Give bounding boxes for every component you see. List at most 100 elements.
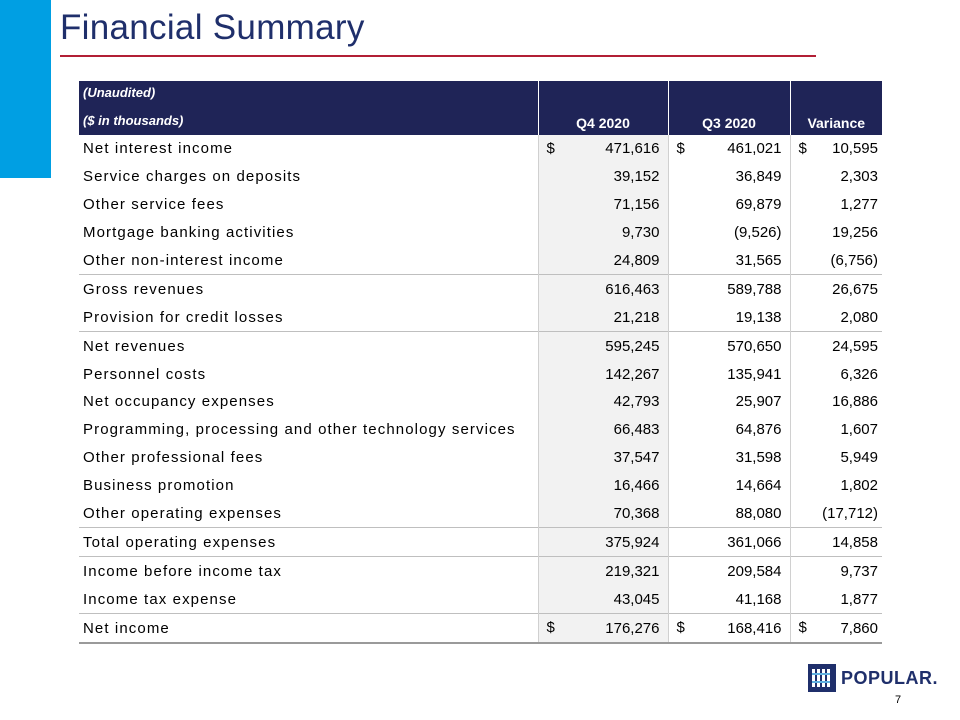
dollar-sign: $: [676, 619, 685, 637]
variance-value-cell: 14,858: [789, 527, 882, 557]
variance-value-cell: 24,595: [789, 331, 882, 361]
table-row: Other operating expenses 70,368 88,080 (17,…: [79, 499, 882, 528]
q4-2020-value: 43,045: [613, 590, 660, 608]
q3-2020-value-cell: 14,664: [667, 471, 790, 500]
row-label: Personnel costs: [83, 365, 207, 383]
table-row: Net revenues 595,245 570,650 24,595: [79, 331, 882, 361]
popular-logo-icon: [808, 664, 836, 692]
q4-2020-value: 9,730: [621, 224, 660, 242]
variance-value-cell: (17,712): [789, 499, 882, 528]
q3-2020-value: 88,080: [735, 505, 782, 523]
variance-value: 16,886: [832, 393, 878, 411]
variance-value: 6,326: [840, 365, 878, 383]
q3-2020-value: 19,138: [735, 308, 782, 326]
q3-2020-value-cell: 41,168: [667, 585, 790, 614]
variance-value: 1,802: [840, 477, 878, 495]
page-title: Financial Summary: [60, 8, 365, 47]
dollar-sign: $: [798, 140, 807, 157]
variance-value: 14,858: [832, 533, 878, 551]
q3-2020-value: 69,879: [735, 196, 782, 214]
table-row: Provision for credit losses 21,218 19,138 2…: [79, 303, 882, 332]
table-row: Income tax expense 43,045 41,168 1,877: [79, 585, 882, 614]
table-row: Total operating expenses 375,924 361,066 14…: [79, 527, 882, 557]
q4-2020-value: 21,218: [613, 308, 660, 326]
q4-2020-value: 16,466: [613, 477, 660, 495]
q4-2020-value-cell: 16,466: [537, 471, 668, 500]
q3-2020-value-cell: 19,138: [667, 303, 790, 332]
header-q4-2020: Q4 2020: [538, 81, 669, 135]
table-row: Other professional fees 37,547 31,598 5,949: [79, 443, 882, 472]
table-row: Other service fees 71,156 69,879 1,277: [79, 190, 882, 219]
q3-2020-value-cell: (9,526): [667, 218, 790, 247]
page-number: 7: [895, 694, 902, 706]
variance-value: 26,675: [832, 280, 878, 298]
variance-value-cell: 1,877: [789, 585, 882, 614]
q4-2020-value-cell: $176,276: [537, 613, 668, 645]
q4-2020-value-cell: 66,483: [537, 415, 668, 444]
q4-2020-value-cell: 71,156: [537, 190, 668, 219]
popular-logo-text: POPULAR.: [841, 668, 939, 688]
header-q3-2020: Q3 2020: [668, 81, 791, 135]
popular-logo: POPULAR.: [808, 664, 938, 692]
header-variance: Variance: [790, 81, 882, 135]
row-label: Gross revenues: [79, 274, 538, 304]
q3-2020-value-cell: 135,941: [667, 360, 790, 389]
variance-value: 10,595: [832, 140, 878, 158]
q4-2020-value: 616,463: [605, 280, 660, 298]
q3-2020-value: 361,066: [727, 533, 782, 551]
q3-2020-value-cell: 88,080: [667, 499, 790, 528]
q4-2020-value-cell: 39,152: [537, 162, 668, 191]
q3-2020-value: 168,416: [727, 619, 782, 637]
row-label: Net revenues: [79, 331, 538, 361]
row-label: Net income: [79, 613, 538, 645]
q3-2020-value-cell: 589,788: [667, 274, 790, 304]
q3-2020-value: 209,584: [727, 562, 782, 580]
variance-value-cell: 9,737: [789, 556, 882, 586]
row-label: Programming, processing and other techno…: [83, 421, 516, 439]
dollar-sign: $: [546, 140, 555, 157]
q3-2020-value-cell: $168,416: [667, 613, 790, 645]
variance-value-cell: 5,949: [789, 443, 882, 472]
variance-value: (17,712): [822, 505, 878, 523]
row-label: Net interest income: [83, 140, 234, 158]
variance-value-cell: 16,886: [789, 388, 882, 416]
q3-2020-value: 461,021: [727, 140, 782, 158]
variance-value-cell: 6,326: [789, 360, 882, 389]
q4-2020-value: 471,616: [605, 140, 660, 158]
variance-value-cell: 1,277: [789, 190, 882, 219]
row-label: Service charges on deposits: [83, 168, 302, 186]
variance-value: 24,595: [832, 337, 878, 355]
table-row: Service charges on deposits 39,152 36,849 2…: [79, 162, 882, 191]
variance-value-cell: (6,756): [789, 246, 882, 275]
variance-value-cell: 2,080: [789, 303, 882, 332]
q4-2020-value-cell: 43,045: [537, 585, 668, 614]
financial-summary-table: (Unaudited) ($ in thousands) Q4 2020 Q3 …: [79, 81, 882, 645]
q3-2020-value-cell: 209,584: [667, 556, 790, 586]
q4-2020-value-cell: 42,793: [537, 388, 668, 416]
variance-value-cell: 2,303: [789, 162, 882, 191]
row-label: Other non-interest income: [83, 252, 284, 269]
q4-2020-value: 219,321: [605, 562, 660, 580]
q4-2020-value: 142,267: [605, 365, 660, 383]
variance-value-cell: $7,860: [789, 613, 882, 645]
table-header-row: (Unaudited) ($ in thousands) Q4 2020 Q3 …: [79, 81, 882, 135]
q4-2020-value: 595,245: [605, 337, 660, 355]
q3-2020-value: 135,941: [727, 365, 782, 383]
variance-value: 9,737: [840, 562, 878, 580]
table-row: Other non-interest income 24,809 31,565 (6,…: [79, 246, 882, 275]
q4-2020-value: 24,809: [613, 252, 660, 269]
q4-2020-value: 66,483: [613, 421, 660, 439]
q4-2020-value-cell: 9,730: [537, 218, 668, 247]
variance-value: 2,303: [840, 168, 878, 186]
table-row: Net occupancy expenses 42,793 25,907 16,886: [79, 388, 882, 416]
q3-2020-value-cell: $461,021: [667, 135, 790, 163]
table-row: Personnel costs 142,267 135,941 6,326: [79, 360, 882, 389]
q4-2020-value-cell: 70,368: [537, 499, 668, 528]
q4-2020-value-cell: 375,924: [537, 527, 668, 557]
q4-2020-value-cell: $471,616: [537, 135, 668, 163]
row-label: Provision for credit losses: [83, 308, 284, 326]
table-row: Gross revenues 616,463 589,788 26,675: [79, 274, 882, 304]
variance-value: 19,256: [832, 224, 878, 242]
row-label: Mortgage banking activities: [83, 224, 295, 242]
q3-2020-value: 14,664: [735, 477, 782, 495]
